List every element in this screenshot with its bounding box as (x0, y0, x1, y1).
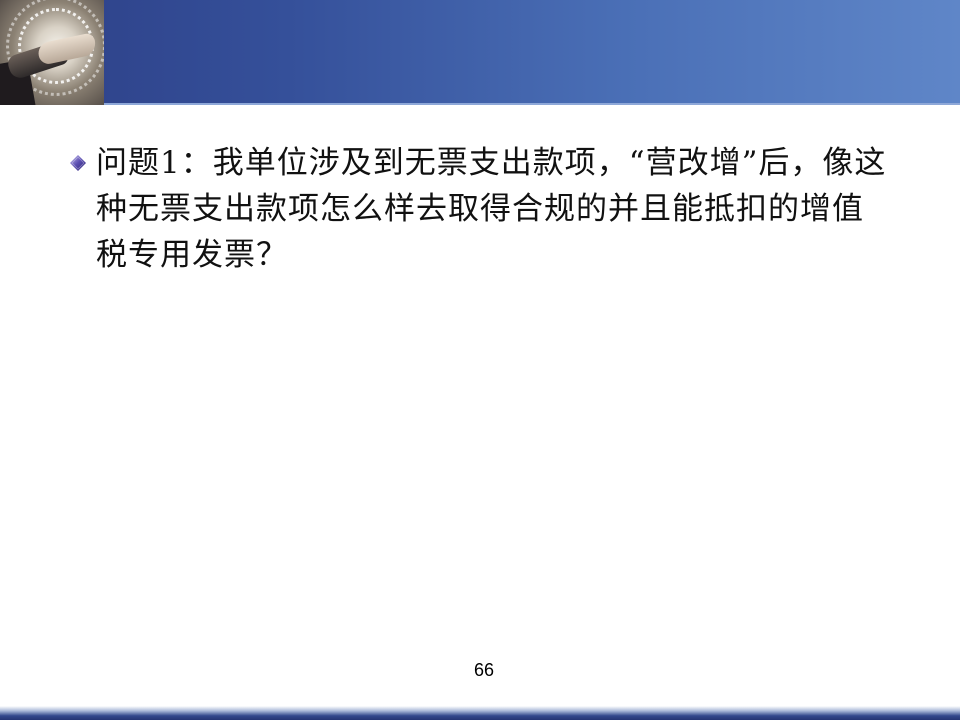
diamond-bullet-icon (70, 155, 86, 171)
header-banner (0, 0, 960, 105)
slide: 问题1：我单位涉及到无票支出款项，“营改增”后，像这种无票支出款项怎么样去取得合… (0, 0, 960, 720)
bottom-rule (0, 706, 960, 720)
handshake-image (0, 0, 104, 105)
page-number: 66 (473, 660, 495, 680)
bullet-item: 问题1：我单位涉及到无票支出款项，“营改增”后，像这种无票支出款项怎么样去取得合… (70, 140, 890, 278)
bullet-text: 问题1：我单位涉及到无票支出款项，“营改增”后，像这种无票支出款项怎么样去取得合… (96, 145, 887, 273)
body-bullet-list: 问题1：我单位涉及到无票支出款项，“营改增”后，像这种无票支出款项怎么样去取得合… (70, 140, 890, 278)
